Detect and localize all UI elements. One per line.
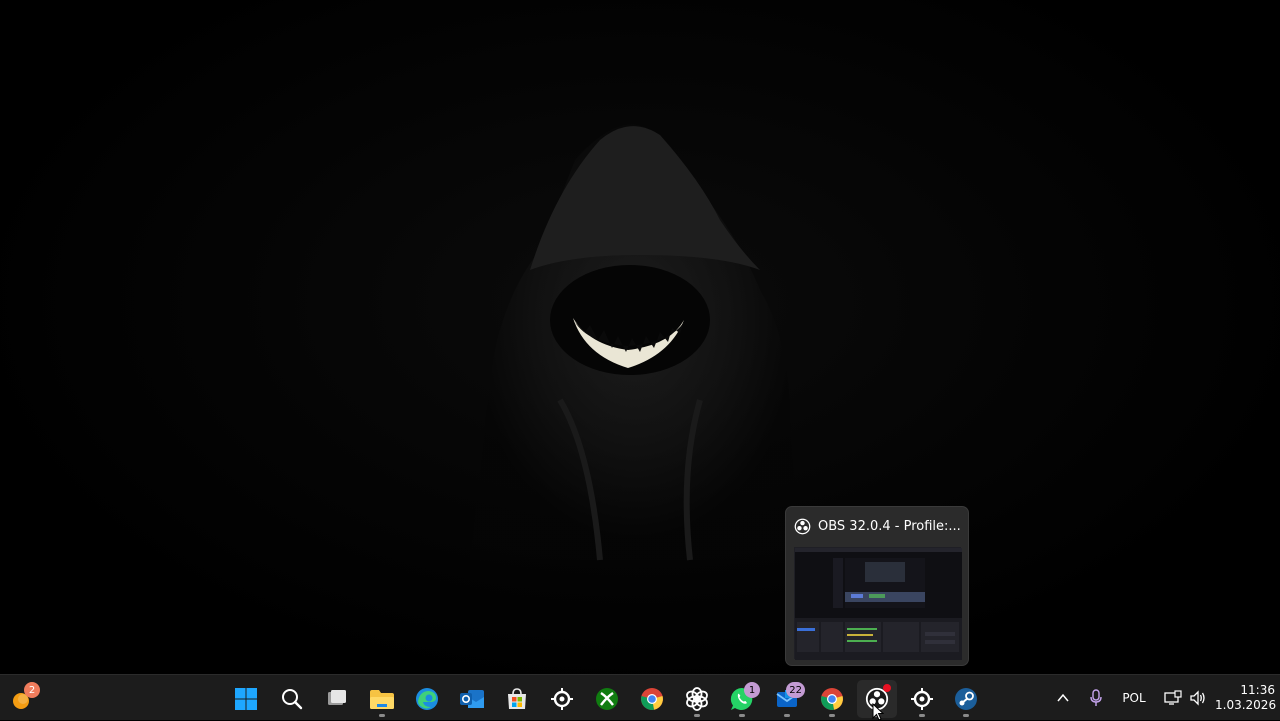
widgets-badge: 2 <box>24 682 40 698</box>
network-icon <box>1164 690 1182 705</box>
microphone-icon <box>1090 689 1102 706</box>
clock-date: 1.03.2026 <box>1215 698 1277 712</box>
xbox-button[interactable] <box>587 680 627 718</box>
chrome-icon <box>821 688 843 710</box>
file-explorer-button[interactable] <box>362 680 402 718</box>
recording-indicator <box>883 684 891 692</box>
windows-logo-icon <box>235 688 257 710</box>
desktop <box>0 0 1280 674</box>
wallpaper-hooded-figure <box>470 124 800 561</box>
edge-button[interactable] <box>407 680 447 718</box>
chevron-up-icon <box>1057 693 1069 702</box>
mail-button[interactable]: 22 <box>767 680 807 718</box>
clock-button[interactable]: 11:36 1.03.2026 <box>1215 683 1277 713</box>
start-button[interactable] <box>226 680 266 718</box>
preview-thumbnail[interactable] <box>794 547 962 660</box>
mail-badge: 22 <box>786 682 805 698</box>
running-indicator <box>379 714 385 717</box>
steelseries-button[interactable] <box>542 680 582 718</box>
running-indicator <box>829 714 835 717</box>
running-indicator <box>963 714 969 717</box>
task-view-button[interactable] <box>317 680 357 718</box>
steelseries-icon <box>551 688 573 710</box>
chrome-profile-button[interactable] <box>812 680 852 718</box>
obs-thumbnail-image <box>795 548 962 660</box>
steam-button[interactable] <box>946 680 986 718</box>
chrome-icon <box>641 688 663 710</box>
edge-icon <box>416 688 438 710</box>
microsoft-store-button[interactable] <box>497 680 537 718</box>
input-language-button[interactable]: POL <box>1115 683 1153 713</box>
chatgpt-button[interactable] <box>677 680 717 718</box>
volume-button[interactable] <box>1187 683 1209 713</box>
microphone-in-use-button[interactable] <box>1085 683 1107 713</box>
mouse-cursor-icon <box>872 703 884 721</box>
running-indicator <box>784 714 790 717</box>
running-indicator <box>919 714 925 717</box>
steam-icon <box>955 688 977 710</box>
obs-window-preview[interactable]: OBS 32.0.4 - Profile:... <box>785 506 969 666</box>
whatsapp-button[interactable]: 1 <box>722 680 762 718</box>
running-indicator <box>739 714 745 717</box>
speaker-icon <box>1190 690 1205 706</box>
running-indicator <box>694 714 700 717</box>
steelseries-gg-button[interactable] <box>902 680 942 718</box>
outlook-button[interactable] <box>452 680 492 718</box>
whatsapp-badge: 1 <box>744 682 760 698</box>
folder-icon <box>370 690 394 709</box>
xbox-icon <box>596 688 618 710</box>
taskbar: 2 1 22 POL 11:36 1.03.2026 <box>0 674 1280 720</box>
show-hidden-icons-button[interactable] <box>1052 683 1074 713</box>
steelseries-icon <box>911 688 933 710</box>
search-button[interactable] <box>272 680 312 718</box>
chrome-button[interactable] <box>632 680 672 718</box>
outlook-icon <box>460 690 484 708</box>
network-button[interactable] <box>1162 683 1184 713</box>
task-view-icon <box>328 690 346 705</box>
chatgpt-icon <box>686 687 708 711</box>
preview-title: OBS 32.0.4 - Profile:... <box>818 519 961 534</box>
clock-time: 11:36 <box>1240 683 1275 697</box>
obs-icon <box>794 518 811 535</box>
widgets-button[interactable]: 2 <box>2 680 42 718</box>
search-icon <box>282 689 303 710</box>
store-icon <box>508 688 526 709</box>
